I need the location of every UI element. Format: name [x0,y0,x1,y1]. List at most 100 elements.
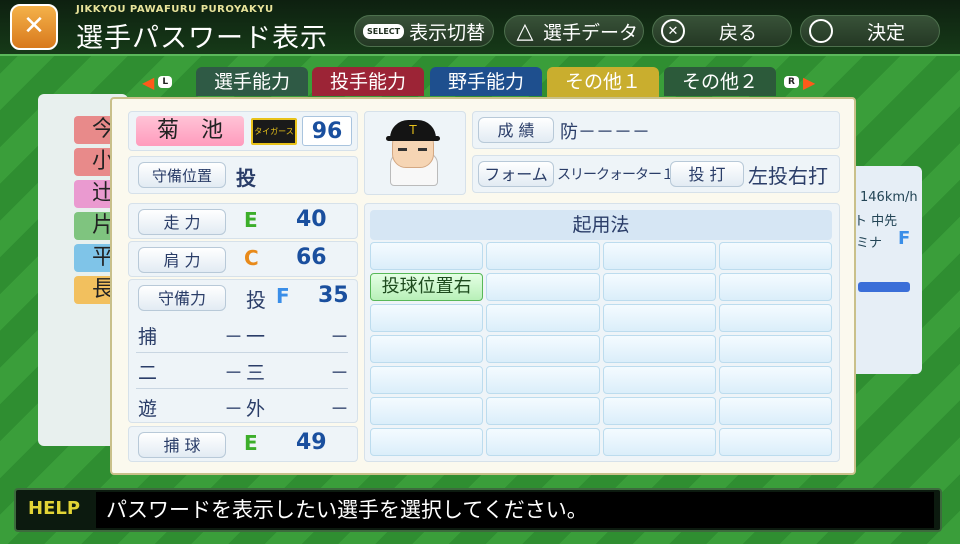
usage-cell [370,366,484,394]
position-label: 守備位置 [138,162,226,188]
sub-pos-catcher-value: － [224,326,244,348]
usage-cell [602,242,716,270]
arm-value: 66 [296,245,327,270]
tab-pitcher-abilities[interactable]: 投手能力 [312,67,424,96]
usage-cell [486,397,600,425]
form-label: フォーム [478,161,554,187]
usage-cell [602,273,716,301]
back-label: 戻る [719,21,758,44]
usage-cell [486,304,600,332]
usage-cell [718,335,832,363]
sub-pos-short-value: － [224,398,244,420]
sub-pos-second-value: － [224,362,244,384]
speed-rank: E [244,208,258,232]
tab-prev-arrow[interactable]: ◀ L [142,72,186,92]
usage-skill-highlight: 投球位置右 [370,273,484,301]
team-logo: タイガース [251,118,297,145]
fielding-value: 35 [318,283,349,308]
select-key-icon: SELECT [363,23,405,39]
usage-cell [602,304,716,332]
sub-pos-catcher: 捕 [138,326,158,348]
sub-pos-first: 一 [246,326,266,348]
tab-other-1[interactable]: その他１ [547,67,659,100]
usage-cell [718,428,832,456]
fielding-position: 投 [246,288,266,312]
player-data-button[interactable]: △ 選手データ [504,15,644,47]
fielding-rank: F [276,284,290,308]
speed-text: 146km/h [860,190,918,205]
usage-cell [718,304,832,332]
record-label: 成 績 [478,117,554,143]
tab-fielder-abilities[interactable]: 野手能力 [430,67,542,96]
usage-cell [602,335,716,363]
usage-cell [486,366,600,394]
help-message: パスワードを表示したい選手を選択してください。 [96,492,934,528]
tab-other-2[interactable]: その他２ [664,67,776,96]
usage-cell [718,242,832,270]
usage-cell [486,335,600,363]
right-arrow-icon: ▶ [802,72,816,92]
position-value: 投 [236,166,256,190]
back-button[interactable]: ✕ 戻る [652,15,792,47]
overall-value: 96 [311,119,343,144]
screen-title: 選手パスワード表示 [76,23,328,54]
usage-cell [486,428,600,456]
usage-cell [370,304,484,332]
player-name: 菊 池 [136,116,244,146]
stamina-text: ミナ [856,236,883,251]
sub-pos-short: 遊 [138,398,158,420]
l-key-icon: L [158,76,173,88]
usage-cell [602,397,716,425]
arm-rank: C [244,246,259,270]
record-value: 防－－－－ [560,122,650,143]
usage-cell [370,428,484,456]
cross-icon: ✕ [661,19,685,43]
speed-value: 40 [296,207,327,232]
sub-pos-first-value: － [330,326,350,348]
throw-value: 左投右打 [748,164,828,188]
usage-cell [718,366,832,394]
sub-pos-third-value: － [330,362,350,384]
r-key-icon: R [784,76,799,88]
select-toggle-button[interactable]: SELECT 表示切替 [354,15,494,47]
usage-title: 起用法 [370,210,832,240]
sub-pos-second: 二 [138,362,158,384]
catch-value: 49 [296,430,327,455]
usage-cell [718,397,832,425]
select-label: 表示切替 [409,21,486,44]
usage-cell [370,242,484,270]
usage-cell [718,273,832,301]
tab-next-arrow[interactable]: R ▶ [784,72,828,92]
fielding-label: 守備力 [138,285,226,311]
speed-label: 走 力 [138,209,226,235]
catch-label: 捕 球 [138,432,226,458]
sub-pos-outfield-value: － [330,398,350,420]
app-title: JIKKYOU PAWAFURU PUROYAKYU [76,4,274,15]
form-value: スリークォーター１４ [557,167,688,183]
arm-label: 肩 力 [138,247,226,273]
confirm-button[interactable]: 決定 [800,15,940,47]
throw-label: 投 打 [670,161,744,187]
usage-cell [486,273,600,301]
confirm-label: 決定 [867,21,906,44]
sub-pos-third: 三 [246,362,266,384]
usage-cell [370,335,484,363]
usage-cell [602,366,716,394]
meter-bar [858,282,910,292]
usage-cell [370,397,484,425]
left-arrow-icon: ◀ [142,72,155,92]
triangle-label: 選手データ [543,21,639,44]
stamina-rank: F [898,228,911,249]
sub-pos-outfield: 外 [246,398,266,420]
catch-rank: E [244,431,258,455]
tab-batter-abilities[interactable]: 選手能力 [196,67,308,96]
position-text: ト 中先 [854,214,898,229]
bat-ball-logo-icon: ✕ [10,4,58,50]
circle-icon [809,19,833,43]
overall-rating: 96 [302,116,352,146]
player-face-icon: Ｔ [384,116,442,194]
usage-cell [602,428,716,456]
help-label: HELP [28,498,81,519]
usage-grid: 投球位置右 [370,242,832,456]
usage-cell [486,242,600,270]
